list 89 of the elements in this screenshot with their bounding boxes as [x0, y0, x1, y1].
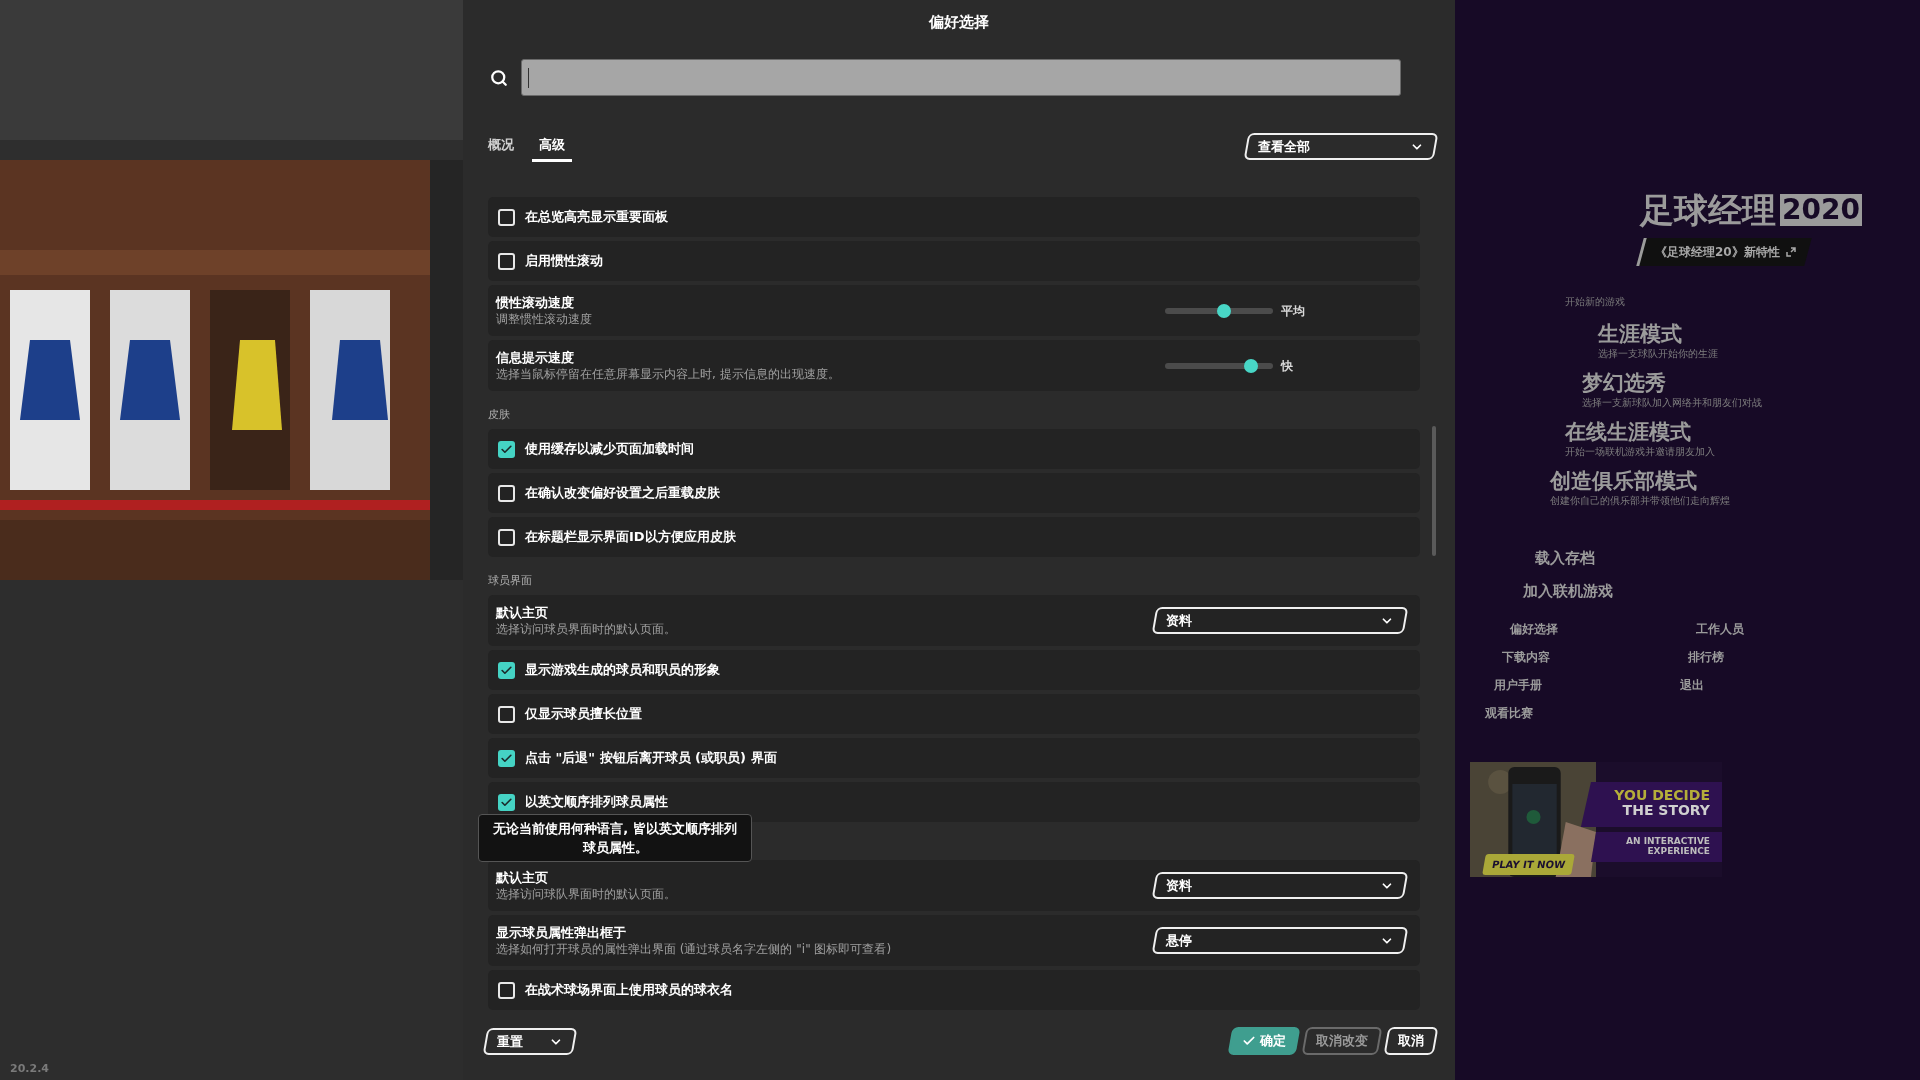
- filter-dropdown[interactable]: 查看全部: [1243, 132, 1439, 160]
- section-header: 皮肤: [488, 406, 510, 423]
- checkbox[interactable]: [498, 208, 515, 226]
- ad-headline: THE STORY: [1622, 803, 1710, 818]
- checkbox[interactable]: [498, 528, 515, 546]
- search-field[interactable]: [521, 59, 1401, 96]
- game-logo-year: 2020: [1780, 194, 1862, 226]
- setting-description: 选择如何打开球员的属性弹出界面 (通过球员名字左侧的 "i" 图标即可查看): [496, 941, 892, 957]
- game-mode-title: 生涯模式: [1598, 321, 1683, 347]
- menu-link[interactable]: 排行榜: [1688, 648, 1874, 666]
- game-mode-item[interactable]: 在线生涯模式 开始一场联机游戏并邀请朋友加入: [1565, 419, 1920, 458]
- setting-label: 启用惯性滚动: [525, 252, 603, 271]
- setting-label: 以英文顺序排列球员属性: [525, 793, 668, 812]
- slider-reading: 平均: [1281, 302, 1305, 320]
- section-label: 开始新的游戏: [1565, 295, 1626, 309]
- setting-label: 在确认改变偏好设置之后重载皮肤: [525, 484, 720, 503]
- game-mode-title: 创造俱乐部模式: [1550, 468, 1698, 494]
- setting-label: 使用缓存以减少页面加载时间: [525, 440, 694, 459]
- setting-description: 选择当鼠标停留在任意屏幕显示内容上时, 提示信息的出现速度。: [496, 366, 840, 382]
- setting-label: 显示游戏生成的球员和职员的形象: [525, 661, 720, 680]
- menu-link[interactable]: 工作人员: [1696, 620, 1882, 638]
- dropdown[interactable]: 悬停: [1151, 927, 1409, 954]
- game-mode-item[interactable]: 创造俱乐部模式 创建你自己的俱乐部并带领他们走向辉煌: [1550, 468, 1920, 507]
- check-icon: [500, 442, 513, 456]
- dropdown[interactable]: 资料: [1151, 872, 1409, 899]
- ad-tagline: AN INTERACTIVE: [1626, 836, 1710, 846]
- slider-thumb[interactable]: [1244, 358, 1259, 373]
- slider[interactable]: [1165, 358, 1273, 373]
- slider-reading: 快: [1281, 357, 1293, 375]
- setting-label: 在总览高亮显示重要面板: [525, 208, 668, 227]
- setting-label: 在战术球场界面上使用球员的球衣名: [525, 981, 733, 1000]
- game-mode-item[interactable]: 生涯模式 选择一支球队开始你的生涯: [1598, 321, 1920, 360]
- ad-banner[interactable]: YOU DECIDE THE STORY AN INTERACTIVE EXPERIENCE PLAY IT NOW: [1470, 762, 1722, 877]
- check-icon: [1242, 1034, 1256, 1048]
- check-icon: [500, 751, 513, 765]
- menu-link[interactable]: 用户手册: [1494, 676, 1680, 694]
- menu-link[interactable]: 下载内容: [1502, 648, 1688, 666]
- setting-description: 调整惯性滚动速度: [496, 311, 592, 327]
- game-mode-title: 在线生涯模式: [1565, 419, 1692, 445]
- game-mode-subtitle: 选择一支新球队加入网络并和朋友们对战: [1582, 396, 1763, 409]
- setting-label: 显示球员属性弹出框于: [496, 924, 627, 941]
- setting-label: 点击 "后退" 按钮后离开球员 (或职员) 界面: [525, 749, 777, 768]
- version-label: 20.2.4: [10, 1060, 49, 1077]
- dialog-button[interactable]: 取消: [1383, 1027, 1439, 1055]
- menu-action[interactable]: 载入存档: [1535, 547, 1595, 570]
- window-title: 偏好选择: [929, 11, 989, 33]
- tab[interactable]: 高级: [532, 130, 572, 162]
- setting-description: 选择访问球员界面时的默认页面。: [496, 621, 676, 637]
- checkbox[interactable]: [498, 981, 515, 999]
- section-header: 球员界面: [488, 572, 532, 589]
- dropdown[interactable]: 资料: [1151, 607, 1409, 634]
- scrollbar[interactable]: [1432, 426, 1436, 556]
- check-icon: [500, 663, 513, 677]
- menu-link[interactable]: 偏好选择: [1510, 620, 1696, 638]
- checkbox[interactable]: [498, 440, 515, 458]
- checkbox[interactable]: [498, 749, 515, 767]
- search-icon: [490, 68, 508, 87]
- game-mode-subtitle: 创建你自己的俱乐部并带领他们走向辉煌: [1550, 494, 1731, 507]
- game-logo-title: 足球经理: [1640, 190, 1776, 230]
- game-mode-item[interactable]: 梦幻选秀 选择一支新球队加入网络并和朋友们对战: [1582, 370, 1920, 409]
- setting-label: 惯性滚动速度: [496, 294, 575, 311]
- setting-label: 默认主页: [496, 869, 549, 886]
- setting-label: 在标题栏显示界面ID以方便应用皮肤: [525, 528, 736, 547]
- tab[interactable]: 概况: [488, 130, 514, 162]
- slider[interactable]: [1165, 303, 1273, 318]
- menu-link[interactable]: 退出: [1680, 676, 1866, 694]
- menu-action[interactable]: 加入联机游戏: [1523, 579, 1613, 602]
- ad-tagline: EXPERIENCE: [1647, 846, 1710, 856]
- reset-dropdown[interactable]: 重置: [482, 1027, 578, 1055]
- checkbox[interactable]: [498, 793, 515, 811]
- checkbox[interactable]: [498, 484, 515, 502]
- game-mode-title: 梦幻选秀: [1582, 370, 1667, 396]
- menu-link[interactable]: 观看比赛: [1485, 704, 1671, 722]
- tooltip: 无论当前使用何种语言, 皆以英文顺序排列球员属性。: [478, 814, 752, 862]
- ad-headline: YOU DECIDE: [1614, 788, 1710, 803]
- whats-new-link[interactable]: 《足球经理20》新特性: [1636, 238, 1812, 266]
- setting-description: 选择访问球队界面时的默认页面。: [496, 886, 676, 902]
- expand-icon: [1785, 247, 1796, 257]
- game-mode-subtitle: 开始一场联机游戏并邀请朋友加入: [1565, 445, 1716, 458]
- setting-label: 仅显示球员擅长位置: [525, 705, 642, 724]
- play-now-button[interactable]: PLAY IT NOW: [1482, 854, 1575, 875]
- checkbox[interactable]: [498, 252, 515, 270]
- slider-thumb[interactable]: [1217, 303, 1232, 318]
- setting-label: 默认主页: [496, 604, 549, 621]
- checkbox[interactable]: [498, 705, 515, 723]
- check-icon: [500, 795, 513, 809]
- setting-label: 信息提示速度: [496, 349, 575, 366]
- checkbox[interactable]: [498, 661, 515, 679]
- game-mode-subtitle: 选择一支球队开始你的生涯: [1598, 347, 1719, 360]
